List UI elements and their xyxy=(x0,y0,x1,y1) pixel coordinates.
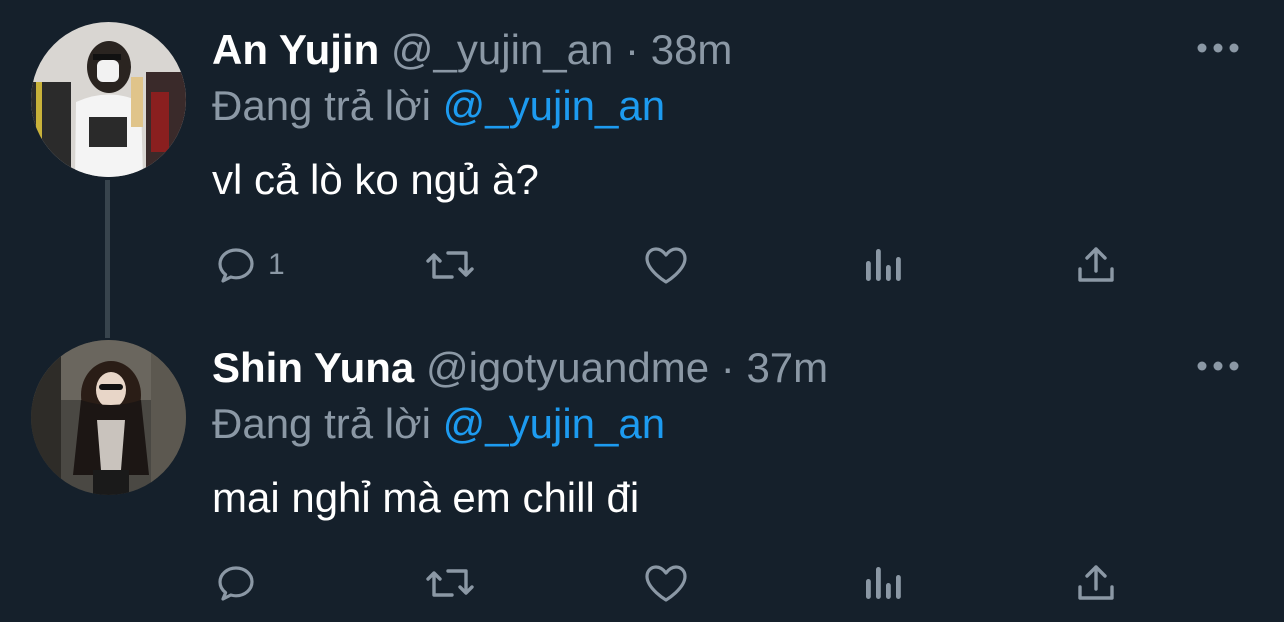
avatar[interactable] xyxy=(31,22,186,177)
replying-to-mention[interactable]: @_yujin_an xyxy=(443,400,665,447)
avatar-image xyxy=(31,22,186,177)
retweet-icon xyxy=(426,569,474,597)
more-icon[interactable] xyxy=(1196,358,1240,374)
views-icon xyxy=(866,567,901,599)
reply-icon xyxy=(218,566,254,601)
share-icon xyxy=(1078,247,1114,282)
timestamp[interactable]: 37m xyxy=(746,344,828,391)
separator: · xyxy=(625,26,640,73)
display-name[interactable]: Shin Yuna xyxy=(212,344,414,391)
more-icon[interactable] xyxy=(1196,40,1240,56)
replying-to-label: Đang trả lời xyxy=(212,82,431,129)
tweet[interactable]: Shin Yuna @igotyuandme · 37m Đang trả lờ… xyxy=(0,318,1284,622)
avatar-image xyxy=(31,340,186,495)
avatar[interactable] xyxy=(31,340,186,495)
views-button[interactable] xyxy=(860,558,904,608)
like-icon xyxy=(645,565,687,602)
action-bar xyxy=(212,558,1172,608)
share-button[interactable] xyxy=(1074,558,1118,608)
tweet[interactable]: An Yujin @_yujin_an · 38m Đang trả lời @… xyxy=(0,0,1284,338)
views-button[interactable] xyxy=(860,240,904,290)
retweet-button[interactable] xyxy=(422,558,478,608)
reply-icon xyxy=(218,248,254,283)
retweet-icon xyxy=(426,251,474,279)
replying-to-label: Đang trả lời xyxy=(212,400,431,447)
like-button[interactable] xyxy=(640,240,692,290)
reply-count: 1 xyxy=(268,248,285,281)
like-button[interactable] xyxy=(640,558,692,608)
action-bar: 1 xyxy=(212,240,1172,290)
reply-button[interactable]: 1 xyxy=(212,240,285,290)
replying-to: Đang trả lời @_yujin_an xyxy=(212,82,665,130)
tweet-text: vl cả lò ko ngủ à? xyxy=(212,156,539,203)
replying-to: Đang trả lời @_yujin_an xyxy=(212,400,665,448)
tweet-header: Shin Yuna @igotyuandme · 37m xyxy=(212,344,828,392)
display-name[interactable]: An Yujin xyxy=(212,26,379,73)
replying-to-mention[interactable]: @_yujin_an xyxy=(443,82,665,129)
tweet-text: mai nghỉ mà em chill đi xyxy=(212,474,640,521)
share-icon xyxy=(1078,565,1114,600)
thread-connector xyxy=(105,180,110,338)
timestamp[interactable]: 38m xyxy=(651,26,733,73)
separator: · xyxy=(720,344,735,391)
views-icon xyxy=(866,249,901,281)
reply-button[interactable] xyxy=(212,558,268,608)
handle[interactable]: @igotyuandme xyxy=(426,344,709,391)
like-icon xyxy=(645,247,687,284)
retweet-button[interactable] xyxy=(422,240,478,290)
share-button[interactable] xyxy=(1074,240,1118,290)
tweet-header: An Yujin @_yujin_an · 38m xyxy=(212,26,732,74)
handle[interactable]: @_yujin_an xyxy=(391,26,613,73)
